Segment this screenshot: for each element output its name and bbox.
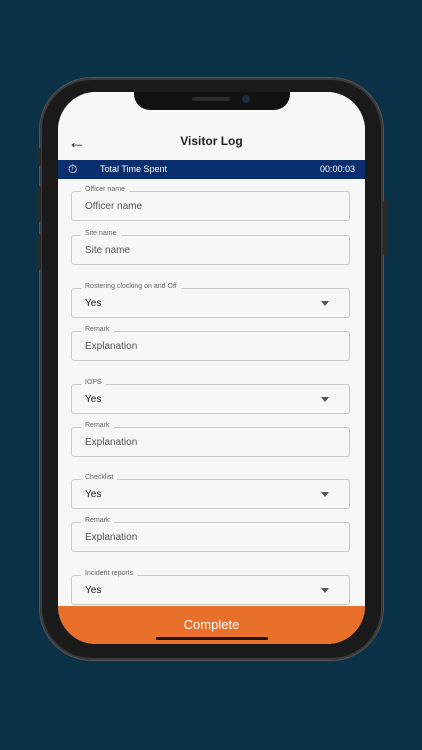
app-screen: ← Visitor Log ⏱ Total Time Spent 00:00:0… <box>58 92 365 644</box>
incident-reports-select[interactable]: Incident reports Yes <box>71 570 350 605</box>
time-spent-bar: ⏱ Total Time Spent 00:00:03 <box>58 160 365 179</box>
time-spent-label: Total Time Spent <box>100 164 168 174</box>
field-placeholder: Explanation <box>85 437 138 448</box>
field-label: Incident reports <box>81 570 138 577</box>
dropdown-arrow-icon <box>321 397 329 402</box>
remark-field-2[interactable]: Remark Explanation <box>71 422 350 457</box>
field-placeholder: Explanation <box>85 341 138 352</box>
field-placeholder: Explanation <box>85 532 138 543</box>
field-label: Remark <box>81 326 114 333</box>
field-label: IOPS <box>81 379 106 386</box>
dropdown-arrow-icon <box>321 301 329 306</box>
dropdown-arrow-icon <box>321 492 329 497</box>
checklist-select[interactable]: Checklist Yes <box>71 474 350 509</box>
camera-icon <box>242 95 250 103</box>
select-value: Yes <box>85 394 102 405</box>
field-placeholder: Officer name <box>85 201 143 212</box>
field-label: Checklist <box>81 474 118 481</box>
dropdown-arrow-icon <box>321 588 329 593</box>
field-label: Remark <box>81 422 114 429</box>
remark-field-1[interactable]: Remark Explanation <box>71 326 350 361</box>
select-value: Yes <box>85 489 102 500</box>
iops-select[interactable]: IOPS Yes <box>71 379 350 414</box>
volume-up-button <box>37 186 41 222</box>
field-label: Site name <box>81 230 121 237</box>
field-label: Officer name <box>81 186 129 193</box>
time-spent-value: 00:00:03 <box>319 164 355 174</box>
mute-switch <box>37 148 41 166</box>
field-label: Rostering clocking on and Off <box>81 283 181 290</box>
select-value: Yes <box>85 585 102 596</box>
select-value: Yes <box>85 298 102 309</box>
stopwatch-icon: ⏱ <box>68 162 78 176</box>
rostering-select[interactable]: Rostering clocking on and Off Yes <box>71 283 350 318</box>
page-title: Visitor Log <box>180 134 243 148</box>
volume-down-button <box>37 234 41 270</box>
remark-field-3[interactable]: Remark Explanation <box>71 517 350 552</box>
officer-name-field[interactable]: Officer name Officer name <box>71 186 350 221</box>
power-button <box>383 200 387 256</box>
site-name-field[interactable]: Site name Site name <box>71 230 350 265</box>
notch <box>134 92 290 110</box>
field-label: Remark <box>81 517 114 524</box>
field-placeholder: Site name <box>85 245 131 256</box>
home-indicator <box>156 637 268 640</box>
speaker-grille <box>192 97 230 101</box>
